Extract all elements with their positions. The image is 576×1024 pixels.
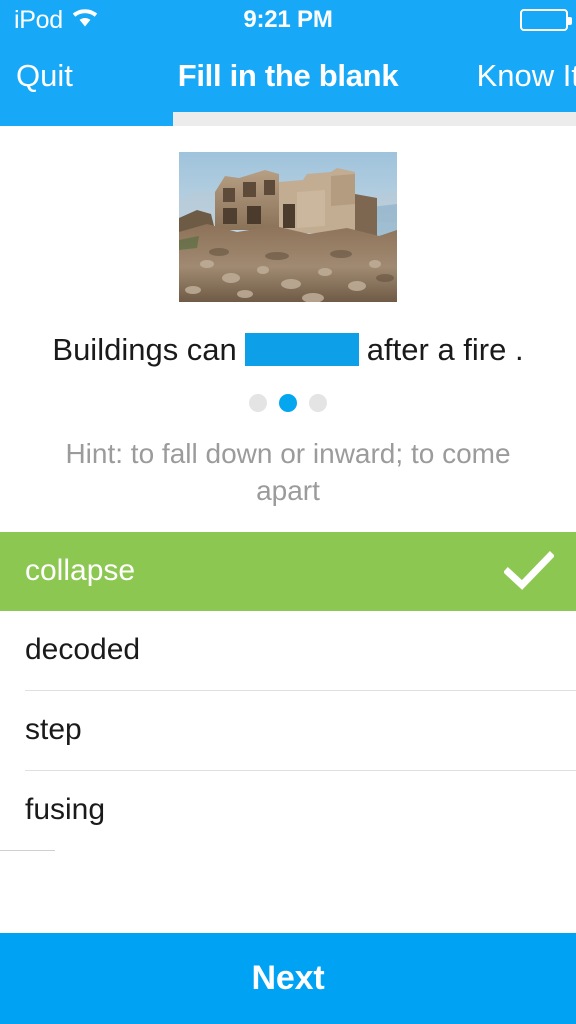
app-root: iPod 9:21 PM Quit Fill in the blank Know… bbox=[0, 0, 576, 1024]
answer-option-label: collapse bbox=[25, 554, 136, 588]
know-it-button[interactable]: Know It bbox=[477, 40, 576, 112]
answer-option-correct[interactable]: collapse bbox=[0, 531, 576, 611]
quiz-content: Buildings can after a fire . Hint: to fa… bbox=[0, 126, 576, 933]
answer-option[interactable]: decoded bbox=[0, 610, 576, 690]
pager-dot[interactable] bbox=[309, 393, 327, 412]
question-prefix: Buildings can bbox=[52, 332, 237, 367]
hint-text: Hint: to fall down or inward; to come ap… bbox=[65, 437, 511, 506]
answer-option[interactable]: step bbox=[0, 690, 576, 770]
next-button[interactable]: Next bbox=[0, 933, 576, 1024]
answer-option[interactable]: fusing bbox=[0, 770, 576, 850]
progress-bar bbox=[0, 112, 576, 126]
answer-option-label: step bbox=[25, 713, 82, 747]
pager-dot[interactable] bbox=[249, 393, 267, 412]
answer-options-list: collapse decoded step fusing bbox=[0, 531, 576, 851]
pager-dot-active[interactable] bbox=[279, 393, 297, 412]
answer-blank[interactable] bbox=[244, 333, 359, 367]
content-spacer bbox=[0, 850, 576, 933]
battery-icon bbox=[520, 9, 572, 31]
answer-option-label: decoded bbox=[25, 633, 141, 667]
check-icon bbox=[504, 551, 554, 591]
nav-bar: Quit Fill in the blank Know It bbox=[0, 40, 576, 112]
progress-bar-fill bbox=[0, 112, 173, 126]
question-suffix: after a fire . bbox=[366, 332, 524, 367]
question-sentence: Buildings can after a fire . bbox=[0, 332, 576, 368]
pager-dots bbox=[0, 393, 576, 412]
status-bar-clock: 9:21 PM bbox=[243, 6, 333, 33]
answer-option-label: fusing bbox=[25, 793, 106, 827]
collapsed-building-photo bbox=[179, 152, 397, 302]
status-bar: iPod 9:21 PM bbox=[0, 0, 576, 40]
status-bar-right bbox=[520, 0, 572, 40]
